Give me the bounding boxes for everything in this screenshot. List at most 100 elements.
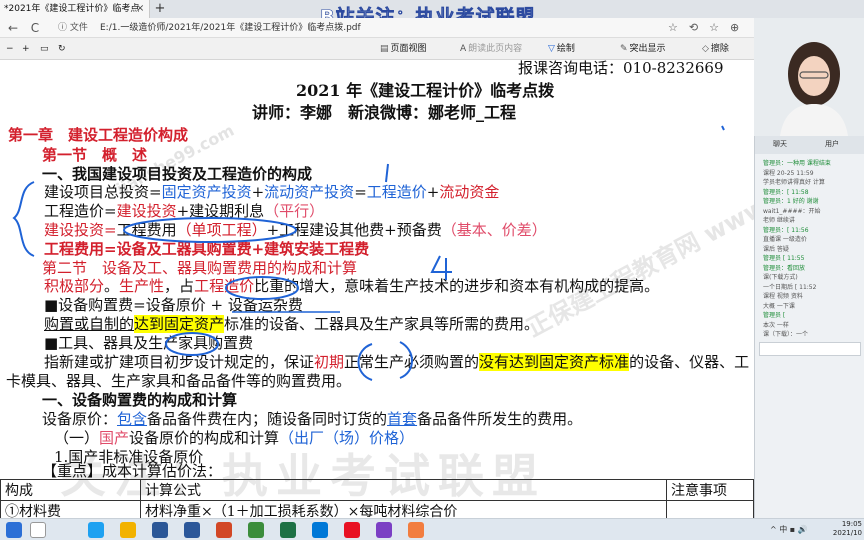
chat-message: 课后 答疑 bbox=[763, 245, 789, 253]
chat-message: 课程 视频 资料 bbox=[763, 293, 803, 300]
clock-time: 19:05 bbox=[841, 520, 862, 528]
read-aloud-button[interactable]: A 朗读此页内容 bbox=[460, 38, 522, 60]
chat-message: 管理员：看回放 bbox=[763, 264, 806, 272]
clock-date: 2021/10 bbox=[832, 529, 862, 537]
table-header-cell: 注意事项 bbox=[666, 479, 754, 501]
excel-icon[interactable] bbox=[280, 522, 296, 538]
cost-table: 构成 计算公式 注意事项 ①材料费 材料净重×（1＋加工损耗系数）×每吨材料综合… bbox=[0, 479, 754, 518]
tab-close-icon[interactable]: × bbox=[136, 0, 144, 18]
chapter-heading: 第一章 建设工程造价构成 bbox=[8, 126, 189, 144]
chat-input[interactable] bbox=[759, 342, 861, 356]
annotation-brace bbox=[12, 181, 35, 257]
chat-header: 聊天 用户 bbox=[755, 136, 864, 154]
presenter-avatar bbox=[754, 18, 864, 136]
heading1: 一、我国建设项目投资及工程造价的构成 bbox=[42, 165, 313, 183]
browser-icon[interactable] bbox=[88, 522, 104, 538]
chat-message: wait1_####：开始 bbox=[763, 207, 821, 215]
chat-message: 管理员：1 好的 谢谢 bbox=[763, 198, 819, 205]
system-tray[interactable]: ^ 中 ▪ 🔊 bbox=[770, 519, 808, 540]
project-cost-line: 工程造价=建设投资+建设期利息（平行） bbox=[44, 202, 325, 220]
active-part-line: 积极部分。生产性，占工程造价比重的增大，意味着生产技术的进步和资本有机构成的提高… bbox=[44, 277, 660, 295]
app-icon[interactable] bbox=[152, 522, 168, 538]
chat-message: 学员老师讲得真好 计算 bbox=[763, 179, 825, 186]
table-cell bbox=[666, 500, 754, 518]
watermark-site: 正保建工程教育网 www.jianshe99.com bbox=[522, 97, 754, 343]
live-chat-panel[interactable]: 聊天 用户 管理员：一种用 课程结束 课程 20-25 11:59 学员老师讲得真好… bbox=[754, 136, 864, 518]
purchase-line: 购置或自制的达到固定资产标准的设备、工器具及生产家具等所需的费用。 bbox=[44, 315, 540, 333]
rotate-icon[interactable]: ↻ bbox=[58, 38, 66, 60]
highlight-button[interactable]: ✎ 突出显示 bbox=[620, 38, 666, 60]
table-cell: 材料净重×（1＋加工损耗系数）×每吨材料综合价 bbox=[140, 500, 667, 518]
start-icon[interactable] bbox=[6, 522, 22, 538]
taskbar: ^ 中 ▪ 🔊 19:05 2021/10 bbox=[0, 518, 864, 540]
chat-message: 直播课 一级造价 bbox=[763, 236, 807, 243]
browser-tab[interactable]: *2021年《建设工程计价》临考点 bbox=[0, 0, 150, 18]
pdf-page[interactable]: jianshe99.com 正保建工程教育网 www.jianshe99.com… bbox=[0, 60, 754, 518]
browser-menu-icons[interactable]: ☆ ⟲ ☆ ⊕ bbox=[668, 18, 739, 38]
new-tab-button[interactable]: + bbox=[152, 0, 168, 18]
webcam-feed bbox=[754, 18, 864, 136]
annotation-tick bbox=[721, 125, 725, 131]
chat-message: 管理员：一种用 课程结束 bbox=[763, 160, 831, 167]
reload-icon[interactable]: C bbox=[28, 18, 42, 38]
edge-icon[interactable] bbox=[312, 522, 328, 538]
construction-investment-line: 建设投资=工程费用（单项工程）+工程建设其他费+预备费（基本、价差） bbox=[44, 221, 547, 239]
app3-icon[interactable] bbox=[344, 522, 360, 538]
table-row: ①材料费 材料净重×（1＋加工损耗系数）×每吨材料综合价 bbox=[0, 500, 754, 518]
zoom-in-icon[interactable]: + bbox=[22, 38, 30, 60]
heading2: 一、设备购置费的构成和计算 bbox=[42, 391, 238, 409]
tools-line: ■工具、器具及生产家具购置费 bbox=[44, 334, 254, 352]
page-title: 2021 年《建设工程计价》临考点拨 bbox=[296, 81, 555, 100]
back-arrow-icon[interactable]: ← bbox=[6, 18, 20, 38]
table-header-cell: 计算公式 bbox=[140, 479, 667, 501]
lecturer-line: 讲师：李娜 新浪微博：娜老师_工程 bbox=[252, 103, 517, 122]
table-header-cell: 构成 bbox=[0, 479, 141, 501]
section1-heading: 第一节 概 述 bbox=[42, 146, 148, 164]
powerpoint-icon[interactable] bbox=[216, 522, 232, 538]
chat-message: 本次 一样 bbox=[763, 321, 789, 329]
search-icon[interactable] bbox=[30, 522, 46, 538]
engineering-cost-line: 工程费用=设备及工器具购置费+建筑安装工程费 bbox=[44, 240, 370, 258]
read-aloud-icon: A bbox=[460, 44, 467, 54]
url-field[interactable]: E:/1.一级造价师/2021年/2021年《建设工程计价》临考点拨.pdf bbox=[100, 18, 361, 38]
key-point-line: 【重点】成本计算估价法： bbox=[42, 462, 223, 480]
draw-icon: ▽ bbox=[548, 44, 555, 54]
app2-icon[interactable] bbox=[248, 522, 264, 538]
app5-icon[interactable] bbox=[408, 522, 424, 538]
phone-line: 报课咨询电话：010-8232669 bbox=[518, 60, 724, 77]
fit-page-icon[interactable]: ▭ bbox=[40, 38, 49, 60]
browser-tab-bar: *2021年《建设工程计价》临考点 × + B站关注：执业考试联盟 bbox=[0, 0, 864, 28]
word-icon[interactable] bbox=[184, 522, 200, 538]
chat-message: 课（下载）：一个 bbox=[763, 331, 809, 338]
original-price-line: 设备原价：包含备品备件费在内；随设备同时订货的首套备品备件所发生的费用。 bbox=[42, 410, 583, 428]
page-view-icon: ▤ bbox=[380, 44, 389, 54]
zoom-out-icon[interactable]: − bbox=[6, 38, 14, 60]
section2-heading: 第二节 设备及工、器具购置费用的构成和计算 bbox=[42, 259, 358, 277]
total-investment-line: 建设项目总投资=固定资产投资+流动资产投资=工程造价+流动资金 bbox=[44, 183, 500, 201]
chat-message: 管理员：[ 11:56 bbox=[763, 226, 809, 234]
users-tab[interactable]: 用户 bbox=[825, 139, 839, 149]
eraser-icon: ◇ bbox=[702, 44, 709, 54]
chat-message: 课(下载方式) bbox=[763, 274, 798, 281]
chat-message: 老师 继续讲 bbox=[763, 217, 795, 224]
highlight-icon: ✎ bbox=[620, 44, 628, 54]
chat-message: 课程 20-25 11:59 bbox=[763, 169, 814, 177]
address-bar: ← C ⓘ 文件 E:/1.一级造价师/2021年/2021年《建设工程计价》临… bbox=[0, 18, 754, 38]
table-header-row: 构成 计算公式 注意事项 bbox=[0, 479, 754, 501]
app4-icon[interactable] bbox=[376, 522, 392, 538]
pdf-toolbar: − + ▭ ↻ ▤ 页面视图 A 朗读此页内容 ▽ 绘制 ✎ 突出显示 ◇ 擦除 bbox=[0, 38, 754, 60]
chat-message: 一个日期后 [ 11:52 bbox=[763, 283, 817, 291]
draw-button[interactable]: ▽ 绘制 bbox=[548, 38, 575, 60]
new-project-line: 指新建或扩建项目初步设计规定的，保证初期正常生产必须购置的没有达到固定资产标准的… bbox=[44, 353, 750, 371]
chat-message: 管理员 [ bbox=[763, 312, 786, 319]
page-view-button[interactable]: ▤ 页面视图 bbox=[380, 38, 427, 60]
chat-tab[interactable]: 聊天 bbox=[773, 139, 787, 149]
page-info-icon[interactable]: ⓘ 文件 bbox=[58, 18, 88, 38]
annotation-mark-1 bbox=[385, 163, 389, 183]
clock[interactable]: 19:05 2021/10 bbox=[820, 520, 862, 538]
erase-button[interactable]: ◇ 擦除 bbox=[702, 38, 729, 60]
chat-message: 管理员 [ 11:55 bbox=[763, 255, 805, 262]
folder-icon[interactable] bbox=[120, 522, 136, 538]
domestic-price-line: （一）国产设备原价的构成和计算（出厂（场）价格） bbox=[54, 429, 415, 447]
mold-line: 卡模具、器具、生产家具和备品备件等的购置费用。 bbox=[6, 372, 352, 390]
